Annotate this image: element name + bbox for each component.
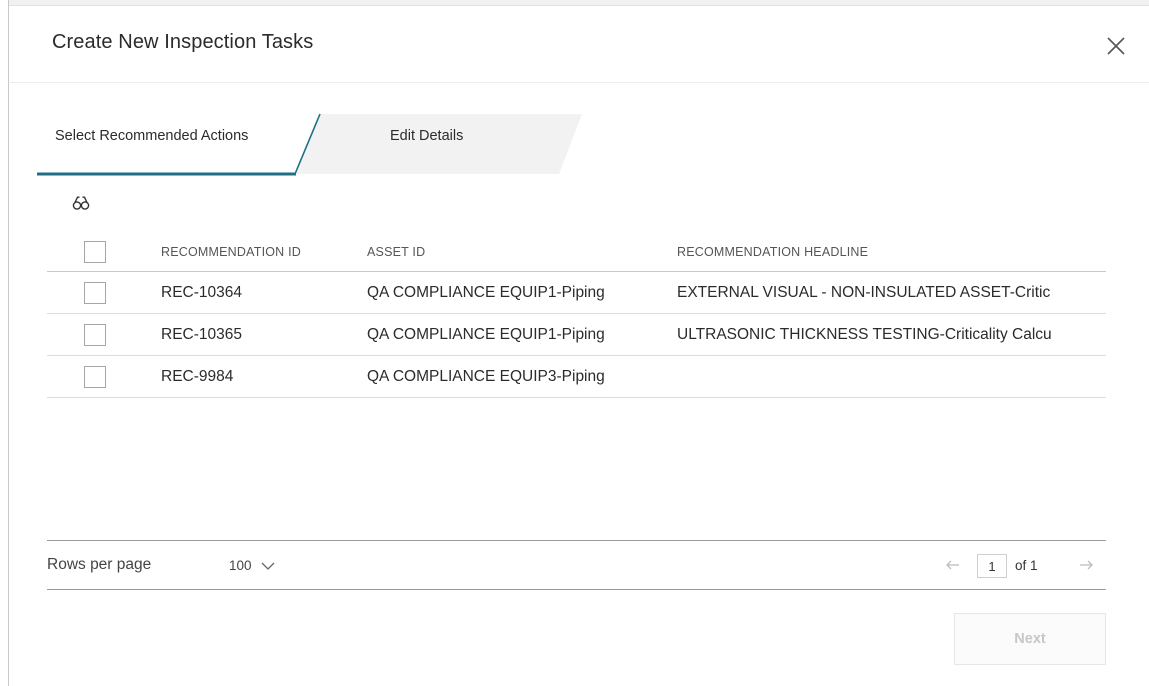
background-window-left-edge xyxy=(0,0,9,686)
cell-recommendation-headline: EXTERNAL VISUAL - NON-INSULATED ASSET-Cr… xyxy=(677,283,1051,301)
dialog-title: Create New Inspection Tasks xyxy=(52,31,314,53)
cell-asset-id: QA COMPLIANCE EQUIP1-Piping xyxy=(367,283,605,301)
dialog-header: Create New Inspection Tasks xyxy=(10,6,1149,83)
row-checkbox[interactable] xyxy=(84,281,106,304)
step-edit-details[interactable]: Edit Details xyxy=(299,112,579,174)
arrow-right-icon[interactable] xyxy=(1078,557,1094,573)
header-checkbox-cell xyxy=(84,233,112,271)
row-checkbox-cell xyxy=(84,272,112,313)
pagination-bar: Rows per page 100 of 1 xyxy=(47,540,1106,590)
select-all-checkbox[interactable] xyxy=(84,241,106,263)
next-button[interactable]: Next xyxy=(954,613,1106,665)
row-checkbox[interactable] xyxy=(84,365,106,388)
rows-per-page-select[interactable]: 100 xyxy=(229,558,252,573)
create-inspection-tasks-dialog: Create New Inspection Tasks Select Recom… xyxy=(10,6,1149,686)
table-header-row: RECOMMENDATION ID ASSET ID RECOMMENDATIO… xyxy=(47,233,1106,272)
cell-asset-id: QA COMPLIANCE EQUIP1-Piping xyxy=(367,325,605,343)
step-label-select-recommended-actions: Select Recommended Actions xyxy=(55,128,249,144)
page-number-input[interactable] xyxy=(977,554,1007,578)
table-row[interactable]: REC-10365 QA COMPLIANCE EQUIP1-Piping UL… xyxy=(47,314,1106,356)
column-header-recommendation-headline[interactable]: RECOMMENDATION HEADLINE xyxy=(677,233,1106,271)
arrow-left-icon[interactable] xyxy=(945,557,961,573)
cell-asset-id: QA COMPLIANCE EQUIP3-Piping xyxy=(367,367,605,385)
cell-recommendation-id: REC-10364 xyxy=(161,283,242,301)
recommendations-table: RECOMMENDATION ID ASSET ID RECOMMENDATIO… xyxy=(47,233,1106,398)
column-header-asset-id[interactable]: ASSET ID xyxy=(367,233,677,271)
row-checkbox-cell xyxy=(84,356,112,397)
step-select-recommended-actions[interactable]: Select Recommended Actions xyxy=(37,112,299,174)
close-icon xyxy=(1107,37,1125,55)
column-header-recommendation-id[interactable]: RECOMMENDATION ID xyxy=(161,233,361,271)
cell-recommendation-id: REC-10365 xyxy=(161,325,242,343)
rows-per-page-label: Rows per page xyxy=(47,556,152,573)
row-checkbox[interactable] xyxy=(84,323,106,346)
wizard-stepper: Select Recommended Actions Edit Details xyxy=(37,112,597,178)
step-label-edit-details: Edit Details xyxy=(390,128,464,144)
row-checkbox-cell xyxy=(84,314,112,355)
binoculars-icon[interactable] xyxy=(72,194,90,212)
cell-recommendation-headline xyxy=(677,356,1106,397)
page-count-label: of 1 xyxy=(1015,558,1038,573)
table-row[interactable]: REC-9984 QA COMPLIANCE EQUIP3-Piping xyxy=(47,356,1106,398)
close-button[interactable] xyxy=(1104,34,1128,58)
chevron-down-icon[interactable] xyxy=(260,558,276,574)
cell-recommendation-id: REC-9984 xyxy=(161,367,234,385)
table-row[interactable]: REC-10364 QA COMPLIANCE EQUIP1-Piping EX… xyxy=(47,272,1106,314)
cell-recommendation-headline: ULTRASONIC THICKNESS TESTING-Criticality… xyxy=(677,325,1052,343)
